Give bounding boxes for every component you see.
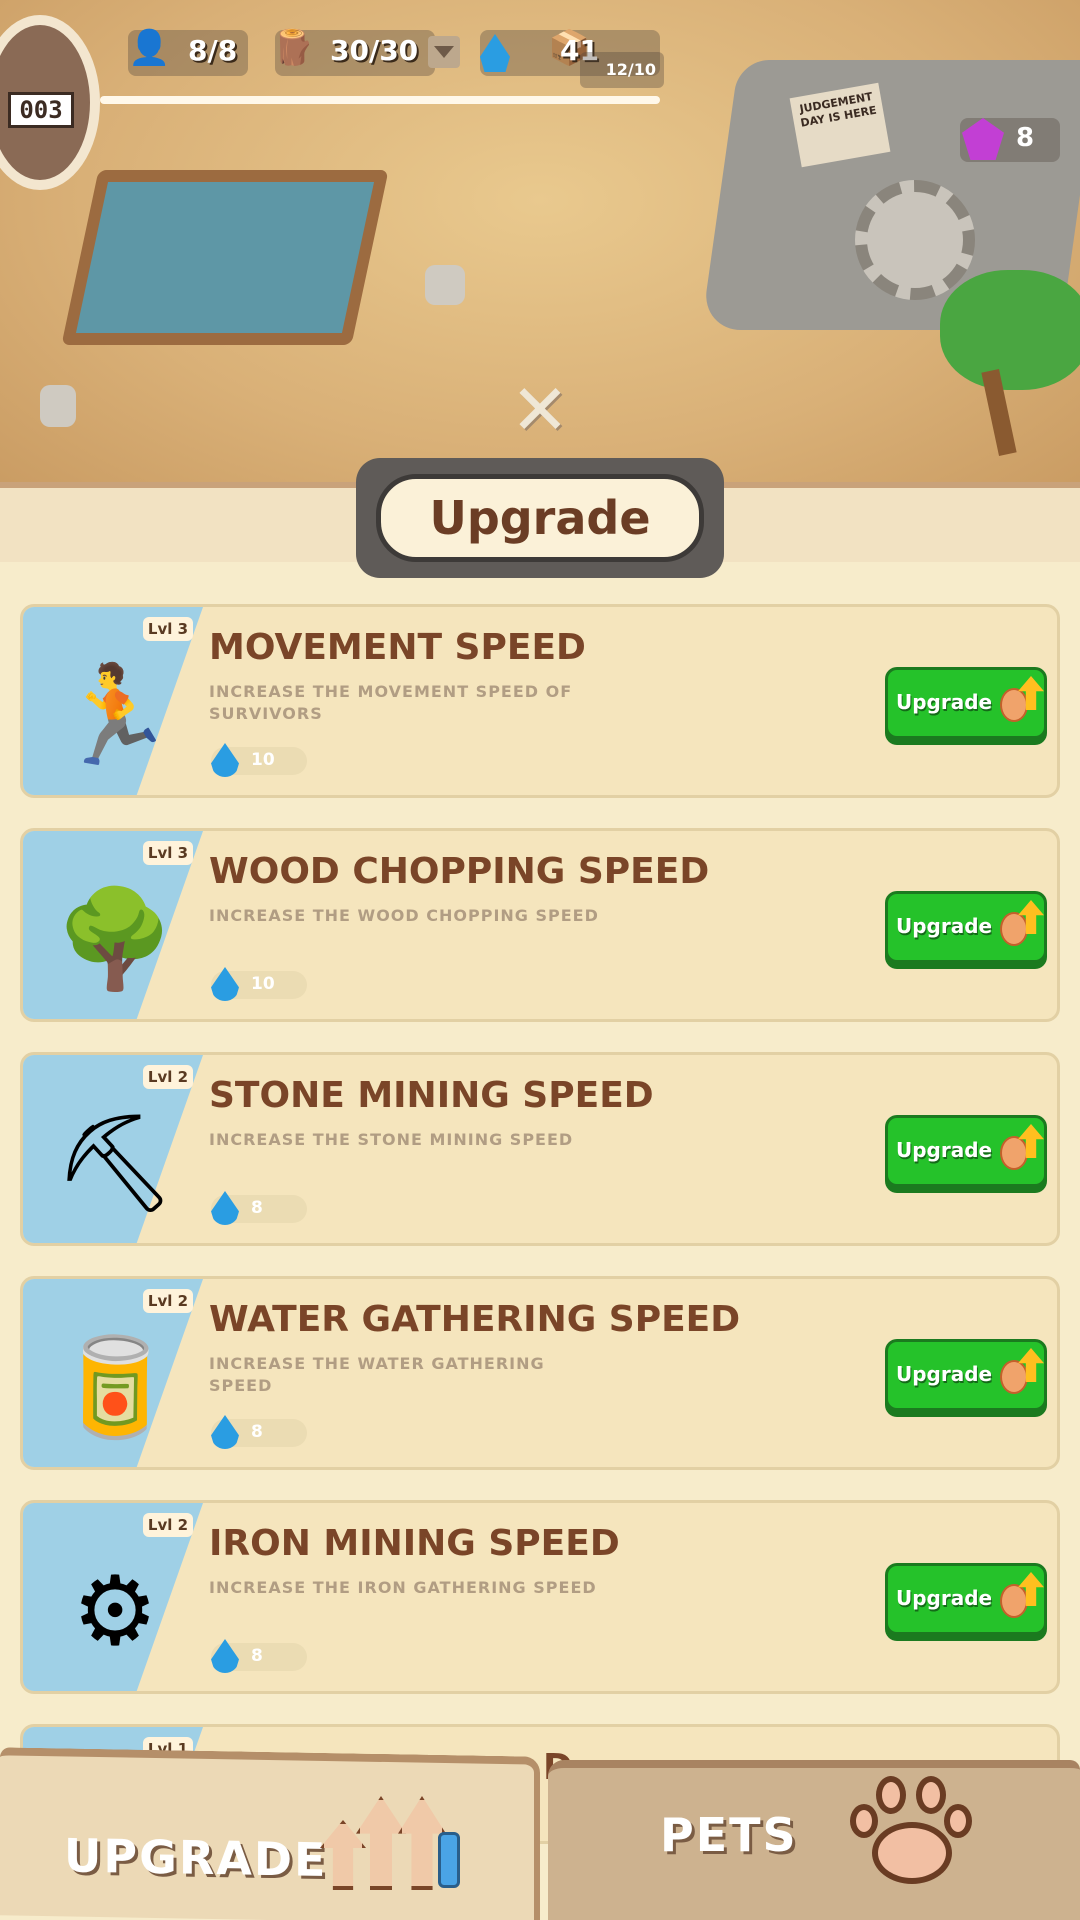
upgrade-card-iron-mining-speed: ⚙ Lvl 2 IRON MINING SPEED INCREASE THE I…	[20, 1500, 1060, 1694]
upgrade-cost: 8	[211, 1191, 307, 1225]
sub-count: 12/10	[605, 60, 656, 79]
upgrade-title: IRON MINING SPEED	[209, 1523, 620, 1564]
upgrade-cost: 8	[211, 1415, 307, 1449]
paw-toe	[876, 1776, 906, 1814]
tab-pets-label: PETS	[660, 1808, 798, 1862]
day-progress-line	[100, 96, 660, 104]
upgrade-card-stone-mining-speed: ⛏ Lvl 2 STONE MINING SPEED INCREASE THE …	[20, 1052, 1060, 1246]
water-bottle-icon	[438, 1832, 460, 1888]
upgrade-description: INCREASE THE MOVEMENT SPEED OF SURVIVORS	[209, 682, 573, 723]
jerrycan-icon: 🥫	[55, 1331, 175, 1443]
survivor-face-icon	[1000, 1584, 1028, 1618]
upgrade-cost: 10	[211, 967, 307, 1001]
upgrade-card-wood-chopping-speed: 🌳 Lvl 3 WOOD CHOPPING SPEED INCREASE THE…	[20, 828, 1060, 1022]
upgrade-cost: 10	[211, 743, 307, 777]
upgrade-title: WATER GATHERING SPEED	[209, 1299, 741, 1340]
upgrade-button-label: Upgrade	[896, 1138, 993, 1162]
water-drop-icon	[211, 1415, 239, 1449]
tab-upgrade-label: UPGRADE	[64, 1828, 328, 1888]
timer-counter: 003	[8, 92, 74, 128]
pond	[61, 170, 389, 345]
upgrade-button[interactable]: Upgrade	[885, 891, 1047, 963]
upgrade-button[interactable]: Upgrade	[885, 1339, 1047, 1411]
upgrade-card-water-gathering-speed: 🥫 Lvl 2 WATER GATHERING SPEED INCREASE T…	[20, 1276, 1060, 1470]
upgrade-button-label: Upgrade	[896, 1586, 993, 1610]
upgrade-card-movement-speed: 🏃 Lvl 3 MOVEMENT SPEED INCREASE THE MOVE…	[20, 604, 1060, 798]
survivors-count: 8/8	[188, 34, 238, 67]
survivor-face-icon	[1000, 912, 1028, 946]
upgrade-button[interactable]: Upgrade	[885, 1115, 1047, 1187]
upgrade-description: INCREASE THE STONE MINING SPEED	[209, 1130, 574, 1149]
level-badge: Lvl 3	[143, 841, 193, 865]
upgrade-title: STONE MINING SPEED	[209, 1075, 654, 1116]
paw-toe	[916, 1776, 946, 1814]
level-badge: Lvl 2	[143, 1065, 193, 1089]
upgrade-button[interactable]: Upgrade	[885, 1563, 1047, 1635]
upgrade-title: MOVEMENT SPEED	[209, 627, 586, 668]
survivor-face-icon	[1000, 1360, 1028, 1394]
upgrade-button-label: Upgrade	[896, 1362, 993, 1386]
axe-tree-icon: 🌳	[55, 883, 175, 995]
survivor-face-icon	[1000, 1136, 1028, 1170]
water-drop-icon	[211, 1191, 239, 1225]
rock	[40, 385, 76, 427]
cost-value: 10	[251, 750, 275, 770]
survivor-icon: 👤	[128, 28, 171, 68]
cost-value: 8	[251, 1646, 263, 1666]
water-drop-icon	[211, 1639, 239, 1673]
game-scene: JUDGEMENT DAY IS HERE 003 👤 8/8 🪵 30/30 …	[0, 0, 1080, 500]
dropdown-chevron-icon[interactable]	[428, 36, 460, 68]
tree	[940, 270, 1080, 390]
tab-pets[interactable]: PETS	[548, 1760, 1080, 1920]
cost-value: 8	[251, 1422, 263, 1442]
cost-value: 8	[251, 1198, 263, 1218]
upgrade-title: WOOD CHOPPING SPEED	[209, 851, 710, 892]
level-badge: Lvl 2	[143, 1289, 193, 1313]
tab-upgrade[interactable]: UPGRADE	[0, 1747, 540, 1920]
paw-toe	[850, 1804, 878, 1838]
wood-count: 30/30	[330, 34, 419, 67]
survivor-face-icon	[1000, 688, 1028, 722]
upgrade-description: INCREASE THE WOOD CHOPPING SPEED	[209, 906, 599, 925]
level-badge: Lvl 3	[143, 617, 193, 641]
running-survivor-icon: 🏃	[55, 659, 175, 771]
paw-icon	[850, 1776, 972, 1886]
chevron-down-icon	[434, 46, 454, 58]
sign-text: JUDGEMENT DAY IS HERE	[798, 90, 878, 130]
wood-log-icon: 🪵	[272, 28, 315, 68]
bunker-gear-door	[855, 180, 975, 300]
water-drop-icon	[211, 967, 239, 1001]
paw-main-pad	[872, 1822, 952, 1884]
upgrade-list[interactable]: 🏃 Lvl 3 MOVEMENT SPEED INCREASE THE MOVE…	[0, 578, 1080, 1920]
upgrade-button-label: Upgrade	[896, 690, 993, 714]
water-drop-icon	[211, 743, 239, 777]
upgrade-cost: 8	[211, 1639, 307, 1673]
panel-title: Upgrade	[376, 474, 704, 562]
iron-tool-icon: ⚙	[71, 1555, 159, 1667]
pickaxe-rock-icon: ⛏	[54, 1107, 176, 1219]
close-button[interactable]: ✕	[510, 375, 570, 445]
upgrade-description: INCREASE THE IRON GATHERING SPEED	[209, 1578, 597, 1597]
sub-count-badge: 12/10	[580, 52, 664, 88]
paw-toe	[944, 1804, 972, 1838]
cost-value: 10	[251, 974, 275, 994]
upgrade-button[interactable]: Upgrade	[885, 667, 1047, 739]
rock	[425, 265, 465, 305]
upgrade-button-label: Upgrade	[896, 914, 993, 938]
upgrade-description: INCREASE THE WATER GATHERING SPEED	[209, 1354, 545, 1395]
gem-count: 8	[1016, 123, 1035, 153]
level-badge: Lvl 2	[143, 1513, 193, 1537]
